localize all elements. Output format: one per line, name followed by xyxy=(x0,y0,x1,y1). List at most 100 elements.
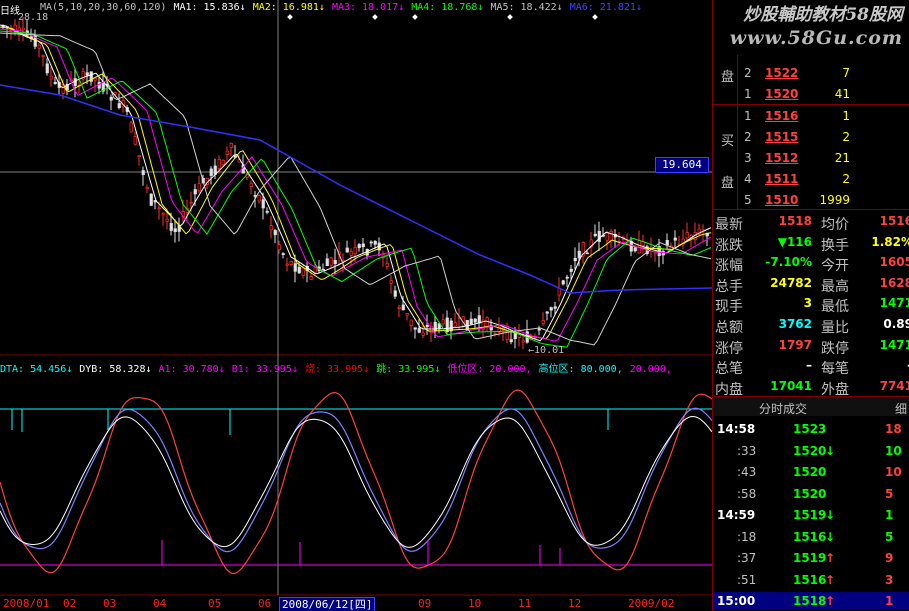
candle-body xyxy=(133,136,137,145)
time-axis-label: 02 xyxy=(63,597,77,610)
candle-body xyxy=(449,320,453,332)
buy-level-row[interactable]: 1 1516 1 xyxy=(713,107,909,125)
ma-legend: MA(5,10,20,30,60,120) MA1: 15.836↓ MA2: 16… xyxy=(40,2,649,13)
quote-stat-value: 24782 xyxy=(770,275,812,290)
time-axis-label: 2009/02 xyxy=(628,597,675,610)
buy-price: 1515 xyxy=(765,130,799,144)
tick-price: 1520 xyxy=(793,465,827,479)
quote-stat-label: 量比 xyxy=(821,320,849,336)
candle-body xyxy=(565,276,569,279)
low-price-label: ←10.01 xyxy=(528,345,565,356)
candle-body xyxy=(193,189,197,195)
quote-stat-row: 内盘17041外盘7741 xyxy=(713,377,909,398)
ma-legend-item-6: MA6: 21.821↓ xyxy=(569,2,642,13)
quote-panel: 盘 2 1522 7 1 1520 41 1 1516 1 买 2 1515 2 3 1512 21 盘 4 1511… xyxy=(712,0,909,611)
candle-body xyxy=(269,225,273,231)
candle-body xyxy=(473,318,477,323)
candle-body xyxy=(425,325,429,327)
cursor-date-label: 2008/06/12[四] xyxy=(279,597,376,611)
candle-body xyxy=(209,168,213,176)
quote-stat-row: 最新 1518 均价 1516 xyxy=(713,212,909,233)
cursor-price-label: 19.604 xyxy=(655,157,709,173)
candle-body xyxy=(173,228,177,232)
buy-price: 1510 xyxy=(765,193,799,207)
ma3-line xyxy=(0,28,712,342)
tick-price: 1523 xyxy=(793,422,827,436)
candle-body xyxy=(333,259,337,265)
quote-stat-value: 7741 xyxy=(879,378,909,393)
orderbook-column-divider xyxy=(737,55,738,209)
quote-stat-label: 总手 xyxy=(715,278,743,295)
sell-price: 1520 xyxy=(765,87,799,101)
kline-title: 日线 xyxy=(0,2,20,17)
sell-vol: 41 xyxy=(834,87,850,101)
candle-body xyxy=(229,143,233,148)
arrow-down-icon: ↓ xyxy=(825,508,836,522)
tick-price: 1519 xyxy=(793,508,827,522)
tick-price: 1516 xyxy=(793,529,827,544)
buy-price: 1512 xyxy=(765,151,799,165)
stats-divider xyxy=(713,396,909,397)
tick-time: :37 xyxy=(737,551,757,565)
candle-body xyxy=(373,240,377,245)
tick-volume: 3 xyxy=(885,572,894,587)
quote-stat-row: 涨幅 -7.10% 今开 1605 xyxy=(713,253,909,274)
candle-body xyxy=(477,315,481,324)
trade-tick-row[interactable]: :37 1519 ↑ 9 xyxy=(713,549,909,567)
top-price-label: 28.18 xyxy=(18,12,49,23)
kline-chart[interactable] xyxy=(0,0,712,611)
tick-volume: 10 xyxy=(885,443,902,458)
trade-tick-row[interactable]: :51 1516 ↑ 3 xyxy=(713,571,909,589)
tick-time: 14:59 xyxy=(717,508,756,522)
candle-body xyxy=(353,247,357,255)
ma2-line xyxy=(0,26,712,340)
sell-level: 2 xyxy=(744,66,752,80)
buy-side-label: 盘 xyxy=(721,176,735,191)
trade-tick-row[interactable]: :33 1520 ↓ 10 xyxy=(713,442,909,460)
buy-level-row[interactable]: 5 1510 1999 xyxy=(713,191,909,209)
watermark-url: www.58Gu.com xyxy=(729,27,903,50)
tick-time: :43 xyxy=(737,465,757,479)
candle-body xyxy=(85,72,89,76)
candle-body xyxy=(569,268,573,272)
buy-level-row[interactable]: 3 1512 21 xyxy=(713,149,909,167)
tick-price: 1520 xyxy=(793,486,827,501)
sell-level-row[interactable]: 盘 2 1522 7 xyxy=(713,64,909,85)
candle-body xyxy=(137,155,141,157)
candle-body xyxy=(417,328,421,333)
candle-body xyxy=(673,237,677,241)
candle-body xyxy=(157,207,161,210)
candle-body xyxy=(21,27,25,31)
buy-level-row[interactable]: 买 2 1515 2 xyxy=(713,128,909,149)
signal-diamond-icon xyxy=(372,14,378,20)
trade-tick-row[interactable]: :58 1520 5 xyxy=(713,485,909,503)
indicator-legend-item-5: 跳: 33.995↓ xyxy=(376,364,441,375)
buy-level-row[interactable]: 盘 4 1511 2 xyxy=(713,170,909,191)
candle-body xyxy=(573,257,577,262)
indicator-legend-item-4: 烧: 33.995↓ xyxy=(304,364,370,375)
trade-tick-row[interactable]: :43 1520 10 xyxy=(713,463,909,481)
candle-body xyxy=(577,250,581,259)
indicator-legend-item-7: 高位区: 80.000, xyxy=(538,364,623,375)
candle-body xyxy=(313,267,317,273)
orderbook-divider xyxy=(713,104,909,105)
candle-body xyxy=(285,263,289,266)
trade-tick-row[interactable]: 14:59 1519 ↓ 1 xyxy=(713,506,909,524)
quote-stat-label: 最新 xyxy=(715,217,743,233)
indicator-legend-item-8: 20.000, xyxy=(629,364,672,375)
buy-vol: 2 xyxy=(842,130,850,144)
candle-body xyxy=(37,44,41,49)
candle-body xyxy=(293,263,297,272)
ticks-detail-tab[interactable]: 细 xyxy=(895,400,907,417)
trade-tick-row[interactable]: 15:00 1518 ↑ 1 xyxy=(713,592,909,610)
trade-tick-row[interactable]: 14:58 1523 18 xyxy=(713,420,909,438)
quote-stat-row: 涨停 1797 跌停 1471 xyxy=(713,336,909,357)
signal-diamond-icon xyxy=(287,14,293,20)
ma-legend-item-2: MA2: 16.981↓ xyxy=(252,2,325,13)
buy-level: 1 xyxy=(744,109,752,123)
candle-body xyxy=(217,159,221,169)
tick-time: 14:58 xyxy=(717,422,756,436)
chart-area[interactable]: 日线 28.18 MA(5,10,20,30,60,120) MA1: 15.83… xyxy=(0,0,712,611)
sell-level-row[interactable]: 1 1520 41 xyxy=(713,85,909,103)
trade-tick-row[interactable]: :18 1516 ↓ 5 xyxy=(713,528,909,546)
